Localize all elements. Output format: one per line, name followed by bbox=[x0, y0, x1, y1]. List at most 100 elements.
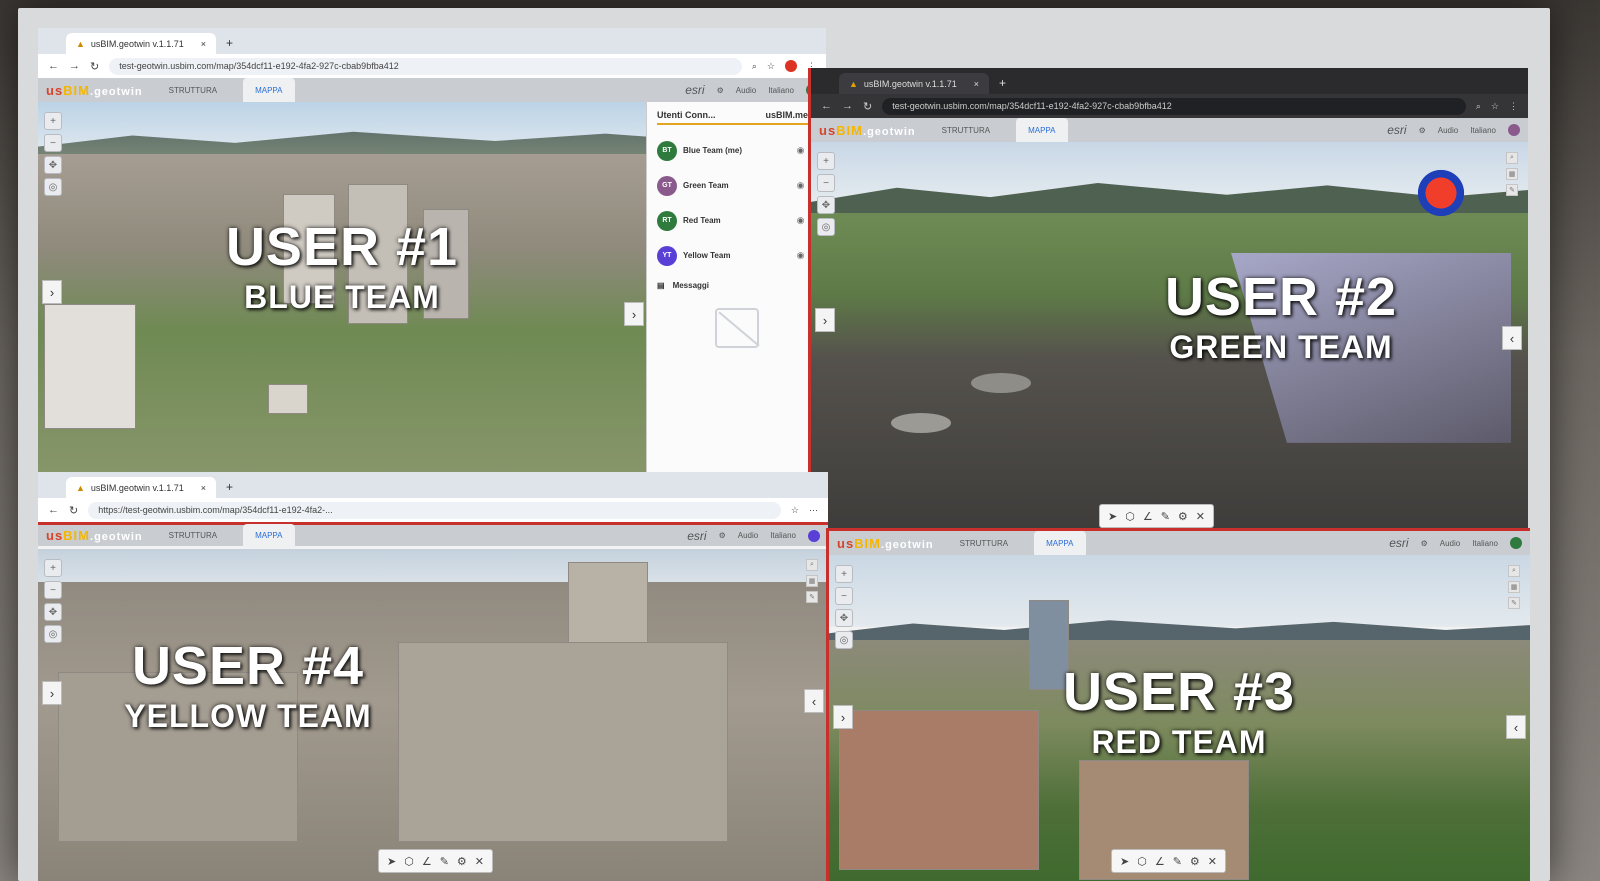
tab-mappa[interactable]: MAPPA bbox=[243, 78, 295, 102]
profile-icon[interactable] bbox=[785, 60, 797, 72]
browser-tab[interactable]: ▲ usBIM.geotwin v.1.1.71 × bbox=[66, 33, 216, 54]
pencil-icon[interactable]: ✎ bbox=[1161, 510, 1170, 523]
star-icon[interactable]: ☆ bbox=[1491, 101, 1499, 112]
map-3d-view[interactable]: USER #3 RED TEAM + − ✥ ◎ ⌕ ▦ ✎ › ‹ ➤ ⬡ ∠ ✎ ⚙ ✕ bbox=[829, 555, 1530, 881]
cube-icon[interactable]: ⬡ bbox=[1125, 510, 1135, 523]
new-tab-icon[interactable]: + bbox=[995, 72, 1010, 94]
map-3d-view[interactable]: USER #4 YELLOW TEAM + − ✥ ◎ ⌕ ▦ ✎ › ‹ ➤ ⬡ ∠ ✎… bbox=[38, 549, 828, 881]
pencil-icon[interactable]: ✎ bbox=[440, 855, 449, 868]
cube-icon[interactable]: ⬡ bbox=[1137, 855, 1147, 868]
measure-icon[interactable]: ✎ bbox=[806, 591, 818, 603]
close-icon[interactable]: ✕ bbox=[1208, 855, 1217, 868]
cube-icon[interactable]: ⬡ bbox=[404, 855, 414, 868]
url-input[interactable]: test-geotwin.usbim.com/map/354dcf11-e192… bbox=[882, 97, 1466, 115]
zoom-out-button[interactable]: − bbox=[817, 174, 835, 192]
zoom-out-button[interactable]: − bbox=[44, 581, 62, 599]
layers-icon[interactable]: ▦ bbox=[806, 575, 818, 587]
gear-icon[interactable]: ⚙ bbox=[457, 855, 467, 868]
star-icon[interactable]: ☆ bbox=[791, 505, 799, 516]
zoom-icon[interactable]: ⌕ bbox=[1476, 101, 1481, 112]
measure-icon[interactable]: ✎ bbox=[1508, 597, 1520, 609]
zoom-in-button[interactable]: + bbox=[817, 152, 835, 170]
reload-icon[interactable]: ↻ bbox=[90, 60, 99, 73]
close-tab-icon[interactable]: × bbox=[974, 79, 979, 89]
back-icon[interactable]: ← bbox=[48, 60, 59, 72]
select-icon[interactable]: ➤ bbox=[1120, 855, 1129, 868]
url-input[interactable]: test-geotwin.usbim.com/map/354dcf11-e192… bbox=[109, 57, 742, 75]
measure-icon[interactable]: ✎ bbox=[1506, 184, 1518, 196]
tab-struttura[interactable]: STRUTTURA bbox=[948, 536, 1020, 551]
reload-icon[interactable]: ↻ bbox=[863, 100, 872, 113]
expand-left-panel-button[interactable]: › bbox=[42, 681, 62, 705]
select-icon[interactable]: ➤ bbox=[1108, 510, 1117, 523]
zoom-in-button[interactable]: + bbox=[44, 112, 62, 130]
messages-section[interactable]: ▤ Messaggi bbox=[657, 281, 816, 290]
settings-icon[interactable]: ⚙ bbox=[1421, 539, 1428, 548]
select-icon[interactable]: ➤ bbox=[387, 855, 396, 868]
search-icon[interactable]: ⌕ bbox=[1506, 152, 1518, 164]
expand-left-panel-button[interactable]: › bbox=[815, 308, 835, 332]
browser-tab[interactable]: ▲ usBIM.geotwin v.1.1.71 × bbox=[66, 477, 216, 498]
new-tab-icon[interactable]: + bbox=[222, 476, 237, 498]
expand-right-panel-button[interactable]: ‹ bbox=[1502, 326, 1522, 350]
audio-toggle[interactable]: Audio bbox=[738, 531, 758, 540]
language-select[interactable]: Italiano bbox=[770, 531, 796, 540]
back-icon[interactable]: ← bbox=[821, 100, 832, 112]
zoom-out-button[interactable]: − bbox=[44, 134, 62, 152]
compass-button[interactable]: ◎ bbox=[44, 178, 62, 196]
gear-icon[interactable]: ⚙ bbox=[1178, 510, 1188, 523]
tab-struttura[interactable]: STRUTTURA bbox=[157, 83, 229, 98]
expand-right-panel-button[interactable]: ‹ bbox=[1506, 715, 1526, 739]
close-tab-icon[interactable]: × bbox=[201, 39, 206, 49]
collapse-users-panel-button[interactable]: › bbox=[624, 302, 644, 326]
close-icon[interactable]: ✕ bbox=[475, 855, 484, 868]
gear-icon[interactable]: ⚙ bbox=[1190, 855, 1200, 868]
zoom-out-button[interactable]: − bbox=[835, 587, 853, 605]
expand-left-panel-button[interactable]: › bbox=[833, 705, 853, 729]
url-input[interactable]: https://test-geotwin.usbim.com/map/354dc… bbox=[88, 501, 781, 519]
user-row-green[interactable]: GT Green Team ◉ ⋮ bbox=[657, 168, 816, 203]
user-row-red[interactable]: RT Red Team ◉ ⋮ bbox=[657, 203, 816, 238]
angle-icon[interactable]: ∠ bbox=[1143, 510, 1153, 523]
layers-icon[interactable]: ▦ bbox=[1506, 168, 1518, 180]
avatar[interactable] bbox=[1508, 124, 1520, 136]
tab-struttura[interactable]: STRUTTURA bbox=[157, 528, 229, 543]
back-icon[interactable]: ← bbox=[48, 504, 59, 516]
audio-toggle[interactable]: Audio bbox=[736, 86, 756, 95]
tab-mappa[interactable]: MAPPA bbox=[243, 523, 295, 548]
close-icon[interactable]: ✕ bbox=[1196, 510, 1205, 523]
compass-button[interactable]: ◎ bbox=[817, 218, 835, 236]
forward-icon[interactable]: → bbox=[842, 100, 853, 112]
browser-tab[interactable]: ▲ usBIM.geotwin v.1.1.71 × bbox=[839, 73, 989, 94]
pan-button[interactable]: ✥ bbox=[44, 603, 62, 621]
pencil-icon[interactable]: ✎ bbox=[1173, 855, 1182, 868]
forward-icon[interactable]: → bbox=[69, 60, 80, 72]
tab-mappa[interactable]: MAPPA bbox=[1016, 118, 1068, 142]
language-select[interactable]: Italiano bbox=[1472, 539, 1498, 548]
zoom-in-button[interactable]: + bbox=[835, 565, 853, 583]
audio-toggle[interactable]: Audio bbox=[1440, 539, 1460, 548]
menu-icon[interactable]: ⋮ bbox=[1509, 101, 1518, 112]
star-icon[interactable]: ☆ bbox=[767, 61, 775, 72]
close-tab-icon[interactable]: × bbox=[201, 483, 206, 493]
zoom-in-button[interactable]: + bbox=[44, 559, 62, 577]
tab-mappa[interactable]: MAPPA bbox=[1034, 531, 1086, 555]
settings-icon[interactable]: ⚙ bbox=[717, 86, 724, 95]
new-tab-icon[interactable]: + bbox=[222, 32, 237, 54]
avatar[interactable] bbox=[1510, 537, 1522, 549]
expand-right-panel-button[interactable]: ‹ bbox=[804, 689, 824, 713]
search-icon[interactable]: ⌕ bbox=[806, 559, 818, 571]
avatar[interactable] bbox=[808, 529, 820, 542]
search-icon[interactable]: ⌕ bbox=[1508, 565, 1520, 577]
settings-icon[interactable]: ⚙ bbox=[719, 531, 726, 540]
angle-icon[interactable]: ∠ bbox=[1155, 855, 1165, 868]
language-select[interactable]: Italiano bbox=[1470, 126, 1496, 135]
zoom-icon[interactable]: ⌕ bbox=[752, 61, 757, 72]
angle-icon[interactable]: ∠ bbox=[422, 855, 432, 868]
tab-struttura[interactable]: STRUTTURA bbox=[930, 123, 1002, 138]
language-select[interactable]: Italiano bbox=[768, 86, 794, 95]
layers-icon[interactable]: ▦ bbox=[1508, 581, 1520, 593]
settings-icon[interactable]: ⚙ bbox=[1419, 126, 1426, 135]
compass-button[interactable]: ◎ bbox=[835, 631, 853, 649]
pan-button[interactable]: ✥ bbox=[44, 156, 62, 174]
